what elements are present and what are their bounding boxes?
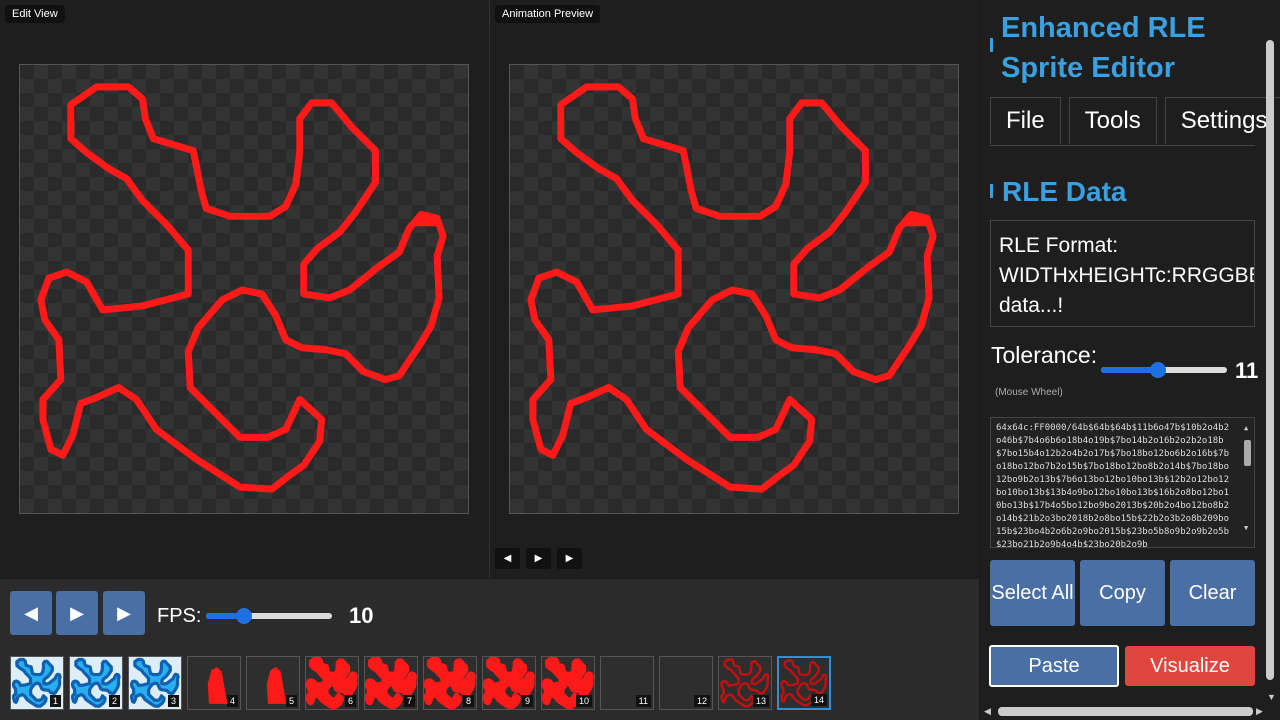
tolerance-slider-handle[interactable] <box>1149 362 1166 378</box>
rle-format-info: RLE Format: WIDTHxHEIGHTc:RRGGBB/... dat… <box>990 220 1255 327</box>
frame-number: 2 <box>108 695 120 707</box>
frame-number: 10 <box>575 695 592 707</box>
scroll-down-icon[interactable]: ▼ <box>1267 692 1276 702</box>
paste-button[interactable]: Paste <box>989 645 1119 687</box>
frame-thumbnail[interactable]: 3 <box>128 656 182 710</box>
play-icon: ▶ <box>534 553 543 564</box>
tolerance-hint: (Mouse Wheel) <box>995 387 1063 398</box>
frame-strip: 1 2 3 4 5 6 7 8 9 10 11 12 13 14 <box>10 656 831 710</box>
frame-number: 9 <box>521 695 533 707</box>
preview-canvas <box>509 64 959 514</box>
next-frame-icon: ▶ <box>565 553 574 564</box>
frame-number: 11 <box>635 695 651 707</box>
edit-view-pane: Edit View <box>0 0 489 578</box>
frame-thumbnail[interactable]: 9 <box>482 656 536 710</box>
frame-thumbnail[interactable]: 2 <box>69 656 123 710</box>
tab-settings[interactable]: Settings <box>1164 97 1280 144</box>
tab-tools[interactable]: Tools <box>1068 97 1157 144</box>
scroll-right-icon[interactable]: ▶ <box>1256 706 1263 717</box>
next-frame-button[interactable]: ▶ <box>103 591 145 635</box>
playback-bar: ◀ ▶ ▶ FPS: 10 1 2 3 4 5 6 7 8 9 10 11 12 13 14 <box>0 579 979 720</box>
edit-canvas[interactable] <box>19 64 469 514</box>
frame-number: 6 <box>344 695 356 707</box>
next-frame-icon: ▶ <box>117 602 131 623</box>
frame-number: 13 <box>752 695 769 707</box>
rle-info-line: RLE Format: <box>999 234 1119 257</box>
prev-frame-icon: ◀ <box>503 553 512 564</box>
app-title: Enhanced RLE Sprite Editor <box>1001 12 1206 84</box>
visualize-button[interactable]: Visualize <box>1125 646 1255 686</box>
tolerance-value: 11 <box>1235 358 1259 383</box>
frame-thumbnail[interactable]: 6 <box>305 656 359 710</box>
clear-button[interactable]: Clear <box>1170 560 1255 626</box>
copy-button[interactable]: Copy <box>1080 560 1165 626</box>
frame-thumbnail[interactable]: 1 <box>10 656 64 710</box>
prev-frame-icon: ◀ <box>24 602 38 623</box>
rle-info-line: data...! <box>999 294 1064 317</box>
frame-number: 5 <box>285 695 297 707</box>
rle-textarea[interactable]: 64x64c:FF0000/64b$64b$64b$11b6o47b$10b2o… <box>990 417 1255 548</box>
frame-number: 1 <box>49 695 61 707</box>
select-all-button[interactable]: Select All <box>990 560 1075 626</box>
frame-thumbnail[interactable]: 11 <box>600 656 654 710</box>
frame-number: 4 <box>226 695 238 707</box>
frame-thumbnail[interactable]: 7 <box>364 656 418 710</box>
rle-data-heading: RLE Data <box>1002 176 1127 207</box>
fps-label: FPS: <box>157 605 202 627</box>
frame-thumbnail[interactable]: 5 <box>246 656 300 710</box>
frame-thumbnail[interactable]: 4 <box>187 656 241 710</box>
frame-thumbnail[interactable]: 13 <box>718 656 772 710</box>
sidebar-vertical-scrollbar[interactable] <box>1266 40 1274 680</box>
preview-prev-button[interactable]: ◀ <box>495 548 520 569</box>
fps-slider[interactable] <box>206 608 332 624</box>
scroll-left-icon[interactable]: ◀ <box>984 706 991 717</box>
scroll-up-icon[interactable]: ▲ <box>1267 43 1276 53</box>
animation-preview-pane: Animation Preview ◀ ▶ ▶ <box>490 0 979 578</box>
frame-number: 14 <box>810 694 827 706</box>
frame-number: 7 <box>403 695 415 707</box>
menu-tabs: File Tools Settings <box>990 97 1280 144</box>
frame-thumbnail[interactable]: 8 <box>423 656 477 710</box>
rle-text-content: 64x64c:FF0000/64b$64b$64b$11b6o47b$10b2o… <box>996 423 1229 548</box>
play-button[interactable]: ▶ <box>56 591 98 635</box>
tolerance-label: Tolerance: <box>991 342 1098 368</box>
frame-number: 12 <box>693 695 710 707</box>
fps-slider-handle[interactable] <box>235 608 252 624</box>
preview-next-button[interactable]: ▶ <box>557 548 582 569</box>
preview-play-button[interactable]: ▶ <box>526 548 551 569</box>
preview-sprite <box>510 65 958 513</box>
animation-preview-label: Animation Preview <box>495 5 601 23</box>
prev-frame-button[interactable]: ◀ <box>10 591 52 635</box>
edit-view-label: Edit View <box>5 5 65 23</box>
frame-thumbnail[interactable]: 14 <box>777 656 831 710</box>
sidebar-horizontal-scrollbar[interactable] <box>998 707 1253 716</box>
tab-file[interactable]: File <box>990 97 1061 144</box>
play-icon: ▶ <box>70 602 84 623</box>
sidebar: Enhanced RLE Sprite Editor File Tools Se… <box>980 0 1280 720</box>
rle-info-line: WIDTHxHEIGHTc:RRGGBB/... <box>999 264 1254 287</box>
frame-thumbnail[interactable]: 10 <box>541 656 595 710</box>
textarea-scrollbar[interactable]: ▲ ▼ <box>1244 422 1252 545</box>
frame-number: 3 <box>167 695 179 707</box>
fps-value: 10 <box>349 603 374 628</box>
frame-thumbnail[interactable]: 12 <box>659 656 713 710</box>
frame-number: 8 <box>462 695 474 707</box>
tolerance-slider[interactable] <box>1101 362 1227 378</box>
edit-sprite <box>20 65 468 513</box>
